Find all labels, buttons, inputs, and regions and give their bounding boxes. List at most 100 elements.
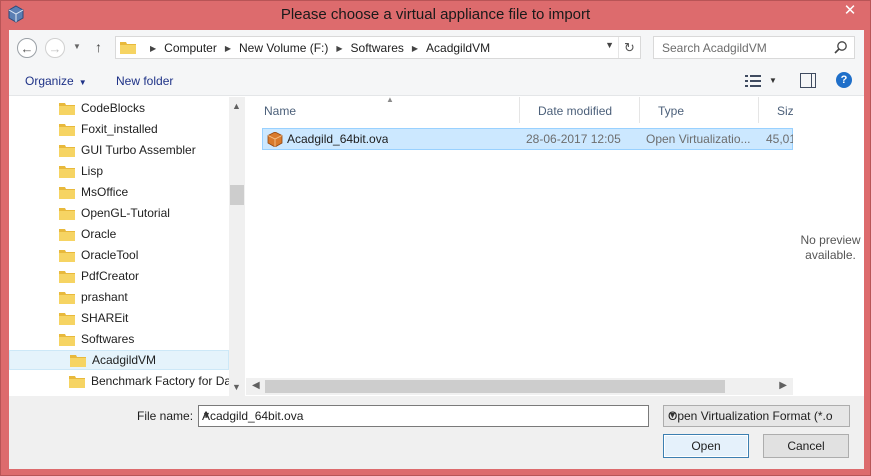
no-preview-line1: No preview — [800, 233, 861, 247]
navigation-pane[interactable]: Benchmark Factory for Dat AcadgildVM Softw… — [9, 97, 245, 396]
tree-item[interactable]: MsOffice — [9, 182, 229, 202]
file-row[interactable]: Acadgild_64bit.ova 28-06-2017 12:05 Open… — [262, 128, 794, 150]
up-button[interactable]: ↑ — [95, 39, 102, 55]
organize-label: Organize — [25, 74, 74, 88]
tree-item-label: Oracle — [81, 227, 117, 241]
tree-item[interactable]: SHAREit — [9, 308, 229, 328]
tree-item-label: OracleTool — [81, 248, 139, 262]
chevron-down-icon[interactable]: ▼ — [605, 40, 614, 50]
command-bar: Organize ▼ New folder ▼ ? — [9, 66, 864, 96]
forward-button[interactable]: → — [45, 38, 65, 58]
preview-pane: No preview available. — [793, 97, 864, 396]
tree-item[interactable]: Lisp — [9, 161, 229, 181]
chevron-right-icon[interactable]: ▶ — [150, 44, 156, 53]
new-folder-button[interactable]: New folder — [116, 74, 173, 88]
view-options-icon[interactable] — [745, 74, 761, 88]
breadcrumb-computer[interactable]: Computer — [164, 41, 217, 55]
help-icon[interactable]: ? — [836, 72, 852, 88]
tree-item-label: Benchmark Factory for Dat — [91, 374, 235, 388]
tree-item[interactable]: Softwares — [9, 329, 229, 349]
file-name: Acadgild_64bit.ova — [287, 132, 389, 146]
no-preview-text: No preview available. — [793, 233, 864, 263]
folder-icon — [59, 313, 75, 325]
tree-item[interactable]: Foxit_installed — [9, 119, 229, 139]
breadcrumb-new-volume[interactable]: New Volume (F:) — [239, 41, 328, 55]
folder-icon — [59, 292, 75, 304]
chevron-right-icon[interactable]: ▶ — [225, 44, 231, 53]
scroll-left-icon[interactable]: ◀ — [252, 380, 260, 391]
column-header-size[interactable]: Size — [759, 97, 800, 123]
search-placeholder: Search AcadgildVM — [662, 41, 767, 55]
tree-scrollbar[interactable]: ▲ ▼ — [229, 97, 245, 396]
close-icon: ✕ — [843, 2, 857, 19]
refresh-icon: ↻ — [624, 40, 635, 55]
search-icon[interactable] — [834, 40, 848, 54]
folder-icon — [59, 103, 75, 115]
folder-icon — [59, 187, 75, 199]
recent-locations-chevron-icon[interactable]: ▼ — [73, 42, 81, 51]
tree-item[interactable]: CodeBlocks — [9, 98, 229, 118]
search-input[interactable]: Search AcadgildVM — [653, 36, 855, 59]
scroll-right-icon[interactable]: ▶ — [779, 380, 787, 391]
column-header-type[interactable]: Type — [640, 97, 759, 123]
file-type-filter[interactable]: Open Virtualization Format (*.o ▼ — [663, 405, 850, 427]
file-name-input[interactable]: Acadgild_64bit.ova ▼ — [198, 405, 649, 427]
folder-icon — [59, 271, 75, 283]
back-button[interactable]: ← — [17, 38, 37, 58]
tree-item[interactable]: prashant — [9, 287, 229, 307]
file-size: 45,01 — [766, 132, 794, 146]
sort-ascending-icon: ▲ — [386, 95, 394, 104]
folder-icon — [59, 334, 75, 346]
tree-item[interactable]: OpenGL-Tutorial — [9, 203, 229, 223]
folder-icon — [59, 208, 75, 220]
scroll-down-icon[interactable]: ▼ — [232, 382, 241, 392]
folder-icon — [59, 250, 75, 262]
column-header-date[interactable]: Date modified — [520, 97, 640, 123]
title-bar[interactable]: Please choose a virtual appliance file t… — [1, 1, 870, 29]
folder-icon — [69, 376, 85, 388]
tree-item-label: OpenGL-Tutorial — [81, 206, 170, 220]
chevron-down-icon[interactable]: ▼ — [202, 410, 644, 420]
arrow-up-icon: ↑ — [95, 39, 102, 55]
bottom-panel: File name: Acadgild_64bit.ova ▼ Open Vir… — [9, 396, 864, 469]
tree-item[interactable]: Benchmark Factory for Dat — [9, 371, 234, 391]
open-button[interactable]: Open — [663, 434, 749, 458]
file-name-label: File name: — [137, 409, 194, 423]
window-title: Please choose a virtual appliance file t… — [280, 6, 591, 23]
scroll-up-icon[interactable]: ▲ — [232, 101, 241, 111]
breadcrumb-softwares[interactable]: Softwares — [351, 41, 404, 55]
preview-pane-icon[interactable] — [800, 73, 816, 88]
tree-item[interactable]: AcadgildVM — [9, 350, 229, 370]
column-name-label: Name — [264, 104, 297, 118]
address-bar[interactable]: ▶ Computer ▶ New Volume (F:) ▶ Softwares… — [115, 36, 641, 59]
file-type: Open Virtualizatio... — [646, 132, 751, 146]
file-date: 28-06-2017 12:05 — [526, 132, 621, 146]
horizontal-scrollbar[interactable]: ◀ ▶ — [246, 378, 793, 395]
folder-icon — [120, 42, 136, 54]
chevron-right-icon[interactable]: ▶ — [336, 44, 342, 53]
scrollbar-thumb[interactable] — [230, 185, 244, 205]
close-button[interactable]: ✕ — [836, 1, 864, 21]
scrollbar-thumb[interactable] — [265, 380, 725, 393]
tree-item[interactable]: OracleTool — [9, 245, 229, 265]
ova-file-icon — [267, 132, 283, 147]
chevron-down-icon[interactable]: ▼ — [769, 76, 777, 85]
tree-item[interactable]: Oracle — [9, 224, 229, 244]
tree-item-label: GUI Turbo Assembler — [81, 143, 196, 157]
folder-icon — [59, 229, 75, 241]
chevron-down-icon[interactable]: ▼ — [668, 410, 834, 420]
cancel-button[interactable]: Cancel — [763, 434, 849, 458]
file-list[interactable]: Name ▲ Date modified Type Size Acadgild_… — [246, 95, 800, 396]
organize-button[interactable]: Organize ▼ — [25, 74, 87, 88]
import-dialog: Please choose a virtual appliance file t… — [0, 0, 871, 476]
chevron-right-icon[interactable]: ▶ — [412, 44, 418, 53]
tree-item-label: AcadgildVM — [92, 353, 157, 367]
tree-item-label: Lisp — [81, 164, 104, 178]
folder-icon — [70, 355, 86, 367]
no-preview-line2: available. — [805, 248, 856, 262]
tree-item[interactable]: PdfCreator — [9, 266, 229, 286]
tree-item[interactable]: GUI Turbo Assembler — [9, 140, 229, 160]
refresh-button[interactable]: ↻ — [618, 37, 640, 58]
column-header-name[interactable]: Name ▲ — [246, 95, 520, 123]
breadcrumb-acadgildvm[interactable]: AcadgildVM — [426, 41, 490, 55]
